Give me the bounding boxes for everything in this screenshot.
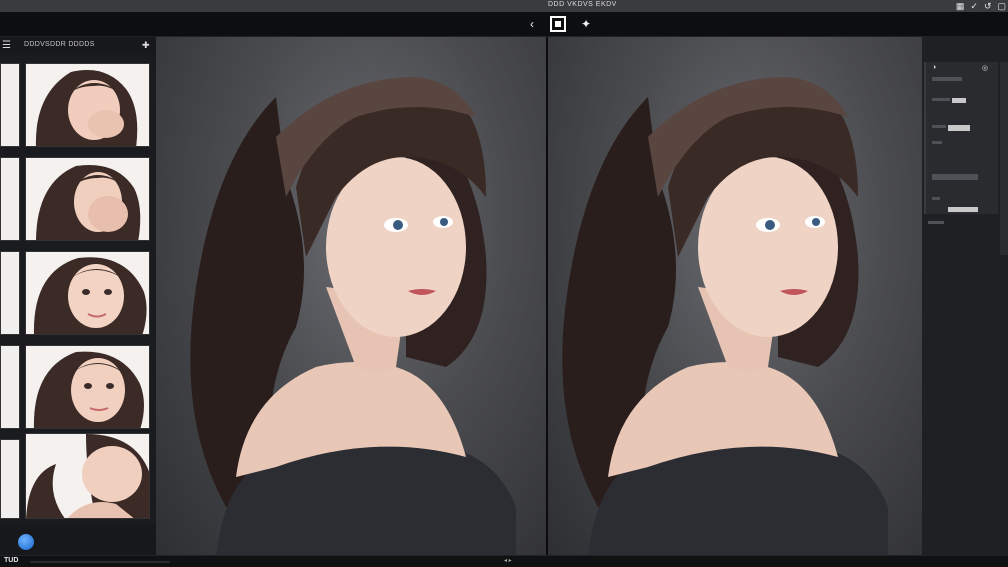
thumbnail-5[interactable] xyxy=(25,433,150,519)
adjustments-card xyxy=(924,62,998,214)
toolbar: ‹ ✦ xyxy=(0,12,1008,37)
adjust-slider-2[interactable] xyxy=(952,98,966,103)
title-icons: ▦ ✓ ↺ ▢ xyxy=(956,0,1006,12)
adjust-label-2 xyxy=(932,98,950,101)
thumbnail-2[interactable] xyxy=(25,157,150,241)
thumbnail-3[interactable] xyxy=(25,251,150,335)
thumbnail-sidebar: ☰ DDDVSDDR DDDDS ✚ xyxy=(0,37,156,555)
panel-scrollbar[interactable] xyxy=(1000,62,1008,255)
panel-toggle-icon[interactable]: ◑ xyxy=(932,64,936,71)
adjust-slider-6[interactable] xyxy=(948,207,978,212)
menu-icon[interactable]: ☰ xyxy=(2,40,11,51)
settings-icon[interactable]: ◎ xyxy=(982,64,988,72)
page-nav-icon[interactable]: ◂ ▸ xyxy=(504,557,512,564)
thumbnail-4[interactable] xyxy=(25,345,150,429)
pages-icon[interactable]: ▢ xyxy=(997,1,1006,12)
adjust-label-3 xyxy=(932,125,946,128)
rotate-icon[interactable]: ↺ xyxy=(984,1,992,12)
adjust-label-6 xyxy=(932,197,940,200)
thumbnail-strip-1[interactable] xyxy=(0,63,20,147)
status-tag: TUD xyxy=(4,557,19,564)
canvas-original[interactable] xyxy=(156,37,546,555)
thumbnail-strip-5[interactable] xyxy=(0,439,20,519)
status-bar: TUD ◂ ▸ xyxy=(0,555,1008,567)
adjustments-panel: ◑ ◎ xyxy=(922,37,1008,555)
adjust-label-4 xyxy=(932,141,942,144)
checkmark-icon[interactable]: ✓ xyxy=(970,1,978,12)
thumbnail-strip-4[interactable] xyxy=(0,345,20,429)
adjust-slider-3[interactable] xyxy=(948,125,970,131)
adjust-label-7 xyxy=(928,221,944,224)
thumbnail-1[interactable] xyxy=(25,63,150,147)
sparkle-icon[interactable]: ✦ xyxy=(578,16,594,32)
pin-icon[interactable]: ✚ xyxy=(142,40,150,51)
adjust-slider-5[interactable] xyxy=(932,174,978,180)
window-title: DDD VKDVS EKDV xyxy=(548,1,617,8)
progress-line xyxy=(30,561,170,563)
portrait-image-original xyxy=(190,77,516,555)
sidebar-title: DDDVSDDR DDDDS xyxy=(24,41,95,48)
thumbnail-strip-2[interactable] xyxy=(0,157,20,241)
sidebar-footer xyxy=(0,525,156,555)
portrait-image-edited xyxy=(562,77,888,555)
grid-icon[interactable]: ▦ xyxy=(956,1,965,12)
thumbnail-strip-3[interactable] xyxy=(0,251,20,335)
globe-button[interactable] xyxy=(18,534,34,550)
adjust-slider-1[interactable] xyxy=(932,77,962,81)
chevron-left-icon[interactable]: ‹ xyxy=(524,16,540,32)
canvas-edited[interactable] xyxy=(548,37,922,555)
crop-square-icon[interactable] xyxy=(550,16,566,32)
title-bar: DDD VKDVS EKDV ▦ ✓ ↺ ▢ xyxy=(0,0,1008,12)
sidebar-header: ☰ DDDVSDDR DDDDS ✚ xyxy=(0,37,156,55)
